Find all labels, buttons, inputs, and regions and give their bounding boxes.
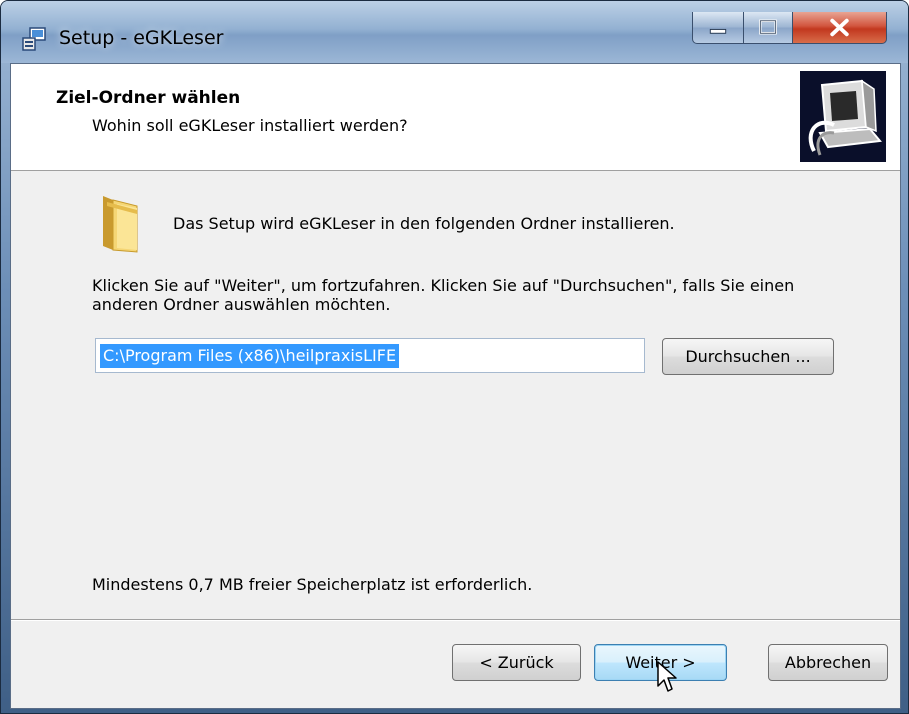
wizard-client-area: Ziel-Ordner wählen Wohin soll eGKLeser i… (10, 63, 901, 709)
close-icon (830, 18, 849, 37)
cancel-button[interactable]: Abbrechen (768, 644, 888, 681)
back-button[interactable]: < Zurück (452, 644, 581, 681)
setup-app-icon (22, 27, 46, 51)
mouse-pointer-icon (657, 661, 677, 692)
destination-path-input[interactable]: C:\Program Files (x86)\heilpraxisLIFE (95, 338, 645, 373)
space-required-text: Mindestens 0,7 MB freier Speicherplatz i… (92, 575, 533, 594)
minimize-button[interactable] (692, 12, 744, 44)
maximize-icon (759, 19, 777, 35)
minimize-icon (709, 28, 727, 34)
wizard-header: Ziel-Ordner wählen Wohin soll eGKLeser i… (11, 64, 900, 171)
intro-text: Das Setup wird eGKLeser in den folgenden… (173, 214, 675, 233)
close-button[interactable] (792, 12, 887, 44)
setup-window: Setup - eGKLeser Ziel-Ordner wählen Wohi… (0, 0, 909, 714)
instruction-text: Klicken Sie auf "Weiter", um fortzufahre… (92, 276, 795, 314)
page-subtitle: Wohin soll eGKLeser installiert werden? (92, 116, 408, 135)
browse-button[interactable]: Durchsuchen ... (662, 338, 834, 375)
folder-icon (103, 196, 138, 253)
window-title: Setup - eGKLeser (59, 27, 224, 49)
computer-install-icon (800, 71, 886, 162)
footer-separator (11, 619, 900, 621)
title-bar[interactable]: Setup - eGKLeser (1, 1, 908, 63)
destination-path-value: C:\Program Files (x86)\heilpraxisLIFE (100, 344, 400, 368)
page-title: Ziel-Ordner wählen (56, 88, 241, 108)
maximize-button[interactable] (743, 12, 793, 44)
